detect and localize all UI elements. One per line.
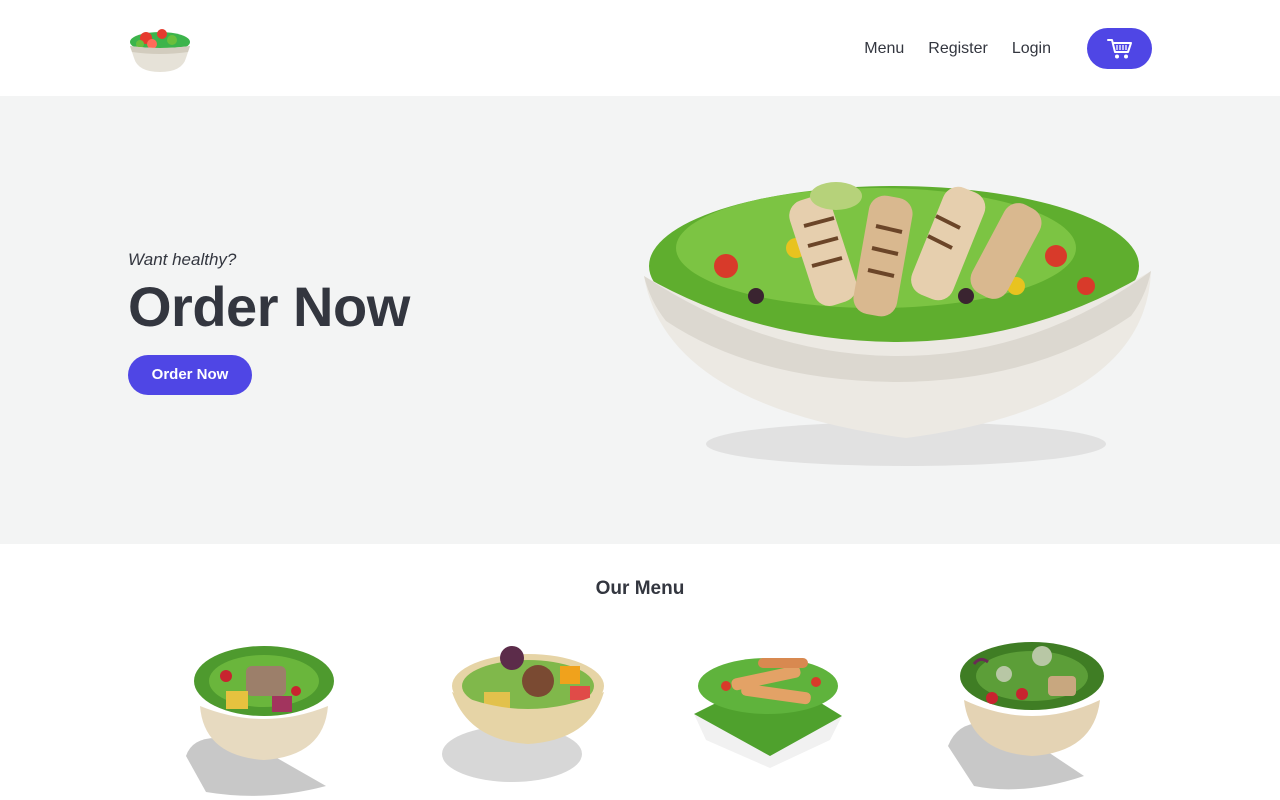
cart-icon: [1106, 38, 1132, 58]
hero-section: Want healthy? Order Now Order Now: [0, 96, 1280, 544]
site-header: Menu Register Login: [0, 0, 1280, 96]
salad-bowl-4-icon[interactable]: [944, 636, 1114, 800]
salad-bowl-2-icon[interactable]: [440, 636, 610, 800]
hero-text: Want healthy? Order Now Order Now: [128, 250, 410, 395]
salad-bowl-logo-icon[interactable]: [126, 20, 194, 76]
salad-bowl-1-icon[interactable]: [176, 636, 346, 800]
menu-section-title: Our Menu: [595, 578, 685, 599]
hero-tagline: Want healthy?: [128, 250, 237, 269]
nav-menu-link[interactable]: Menu: [864, 40, 904, 58]
hero-title: Order Now: [128, 275, 410, 338]
main-nav: Menu Register Login: [864, 28, 1152, 69]
order-now-button[interactable]: Order Now: [128, 355, 252, 395]
salad-bowl-3-icon[interactable]: [686, 636, 856, 800]
nav-register-link[interactable]: Register: [928, 40, 988, 58]
hero-salad-bowl-image: [644, 182, 1151, 466]
cart-button[interactable]: [1087, 28, 1152, 69]
nav-login-link[interactable]: Login: [1012, 40, 1051, 58]
